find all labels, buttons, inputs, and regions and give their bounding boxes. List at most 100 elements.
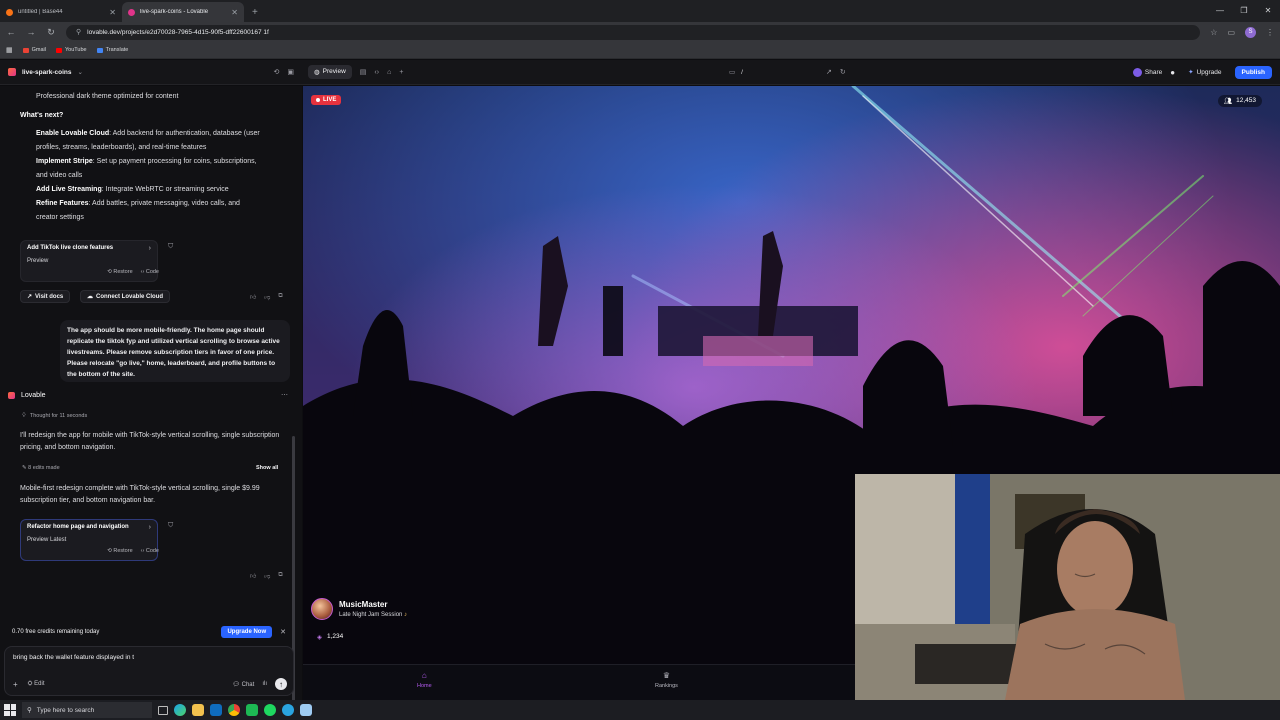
device-icon[interactable]: ▭ [729, 68, 735, 76]
chat-mode-button[interactable]: 💬︎ Chat [232, 681, 254, 688]
app-green-icon[interactable] [246, 704, 258, 716]
edit-mode-button[interactable]: ⛭ Edit [28, 681, 45, 688]
forward-icon[interactable]: → [26, 27, 36, 37]
version-card-latest[interactable]: Refactor home page and navigation › Prev… [20, 519, 159, 561]
close-tab-icon[interactable]: ✕ [231, 8, 238, 17]
reload-icon[interactable]: ↻ [46, 27, 56, 38]
edits-summary: ✎ 8 edits made [22, 465, 60, 471]
taskbar-search[interactable]: ⚲ Type here to search [22, 702, 152, 718]
streamer-info[interactable]: MusicMaster Late Night Jam Session ♪ [311, 598, 407, 620]
next-item-title: Enable Lovable Cloud [36, 130, 110, 137]
tab-title: untitled | Base44 [18, 9, 63, 15]
restore-button[interactable]: ⟲ Restore [107, 269, 132, 275]
close-window-icon[interactable]: ✕ [1256, 0, 1280, 22]
add-attachment-icon[interactable]: + [13, 680, 18, 689]
collaborator-avatar [1132, 67, 1142, 77]
tab-preview[interactable]: ◍ Preview [308, 65, 352, 79]
chat-input[interactable]: bring back the wallet feature displayed … [4, 646, 294, 696]
show-all-button[interactable]: Show all [256, 465, 278, 471]
thought-label: Thought for 11 seconds [29, 413, 88, 419]
minimize-icon[interactable]: — [1208, 0, 1232, 22]
code-button[interactable]: ‹› Code [141, 269, 159, 275]
viewer-count-value: 12,453 [1236, 97, 1256, 104]
more-icon[interactable]: ⋯ [281, 391, 288, 399]
whats-next-heading: What's next? [20, 112, 64, 119]
code-button[interactable]: ‹› Code [141, 548, 159, 554]
preview-latest-link[interactable]: Preview Latest [27, 537, 66, 543]
dashboard-icon[interactable]: ▤ [360, 68, 367, 76]
refresh-preview-icon[interactable]: ↻ [840, 68, 846, 76]
new-tab-button[interactable]: + [244, 7, 266, 22]
chevron-right-icon: › [148, 524, 151, 531]
music-note-icon: ♪ [404, 612, 408, 618]
sidebar-icon[interactable]: ▭ [1227, 28, 1235, 37]
profile-avatar[interactable]: S [1245, 26, 1256, 38]
visit-docs-button[interactable]: ↗ Visit docs [20, 290, 71, 303]
base44-favicon-icon [6, 8, 13, 16]
github-icon[interactable]: ● [1170, 68, 1175, 77]
streamer-text: MusicMaster Late Night Jam Session ♪ [339, 600, 407, 618]
close-tab-icon[interactable]: ✕ [109, 8, 116, 17]
nav-rankings[interactable]: ♛ Rankings [655, 671, 678, 689]
live-dot-icon [316, 98, 320, 102]
windows-start-icon[interactable] [4, 704, 16, 716]
next-item-text: : Add backend for authentication, databa… [109, 130, 260, 137]
back-icon[interactable]: ← [6, 27, 16, 37]
close-icon[interactable]: ✕ [280, 628, 286, 636]
bookmark-gmail[interactable]: Gmail [22, 47, 46, 53]
thumbs-up-icon[interactable]: 👍︎ [250, 572, 256, 580]
connect-cloud-label: Connect Lovable Cloud [96, 293, 164, 300]
spotify-icon[interactable] [264, 704, 276, 716]
upgrade-now-button[interactable]: Upgrade Now [221, 626, 273, 638]
bookmark-icon[interactable]: ⛉ [168, 522, 173, 530]
browser-tab-lovable[interactable]: live-spark-coins - Lovable ✕ [122, 2, 244, 22]
copy-icon[interactable]: ⧉ [278, 293, 282, 301]
chrome-icon[interactable] [228, 704, 240, 716]
upgrade-button[interactable]: ✦ Upgrade [1183, 65, 1226, 79]
thought-indicator[interactable]: 💡︎ Thought for 11 seconds [22, 413, 87, 420]
preview-link[interactable]: Preview [27, 258, 48, 264]
browser-tab-base44[interactable]: untitled | Base44 ✕ [0, 2, 122, 22]
chat-input-text[interactable]: bring back the wallet feature displayed … [13, 654, 134, 661]
maximize-icon[interactable]: ❐ [1232, 0, 1256, 22]
chat-panel-icons: ⟲ ▣ [274, 68, 295, 76]
publish-button[interactable]: Publish [1234, 65, 1272, 79]
coin-value: 1,234 [327, 633, 344, 640]
edge-icon[interactable] [174, 704, 186, 716]
thumbs-up-icon[interactable]: 👍︎ [250, 293, 256, 301]
outlook-icon[interactable] [210, 704, 222, 716]
send-button[interactable]: ↑ [275, 678, 287, 690]
project-name: live-spark-coins [22, 68, 72, 76]
bookmark-icon[interactable]: ⛉ [168, 243, 173, 251]
file-explorer-icon[interactable] [192, 704, 204, 716]
connect-cloud-button[interactable]: ☁ Connect Lovable Cloud [80, 290, 171, 303]
bookmark-translate[interactable]: Translate [96, 47, 128, 53]
share-button[interactable]: Share [1132, 67, 1162, 77]
nav-home[interactable]: ⌂ Home [417, 671, 432, 689]
address-bar-row: ← → ↻ ⚲ lovable.dev/projects/e2d70028-79… [0, 22, 1280, 42]
restore-button[interactable]: ⟲ Restore [107, 548, 132, 554]
collapse-panel-icon[interactable]: ▣ [287, 68, 294, 76]
thumbs-down-icon[interactable]: 👎︎ [264, 572, 270, 580]
coin-icon: ◈ [317, 634, 322, 641]
apps-icon[interactable]: ▦ [6, 46, 13, 54]
thumbs-down-icon[interactable]: 👎︎ [264, 293, 270, 301]
menu-icon[interactable]: ⋮ [1266, 28, 1274, 37]
bookmark-star-icon[interactable]: ☆ [1210, 28, 1217, 37]
copy-icon[interactable]: ⧉ [278, 572, 282, 580]
project-menu[interactable]: live-spark-coins ⌄ ⟲ ▣ [0, 68, 302, 76]
database-icon[interactable]: ⌂ [387, 69, 391, 76]
telegram-icon[interactable] [282, 704, 294, 716]
history-icon[interactable]: ⟲ [274, 68, 280, 76]
version-card[interactable]: Add TikTok live clone features › Preview… [20, 240, 159, 282]
streamer-avatar[interactable] [311, 598, 333, 620]
url-input[interactable]: ⚲ lovable.dev/projects/e2d70028-7965-4d1… [66, 24, 1201, 40]
bookmark-youtube[interactable]: YouTube [56, 47, 87, 53]
voice-icon[interactable]: ılı [262, 681, 267, 687]
open-external-icon[interactable]: ↗ [826, 68, 832, 76]
site-info-icon[interactable]: ⚲ [76, 28, 81, 36]
notes-icon[interactable] [300, 704, 312, 716]
task-view-icon[interactable] [158, 705, 168, 715]
code-icon[interactable]: ‹› [374, 69, 379, 76]
add-tab-icon[interactable]: + [399, 69, 403, 76]
